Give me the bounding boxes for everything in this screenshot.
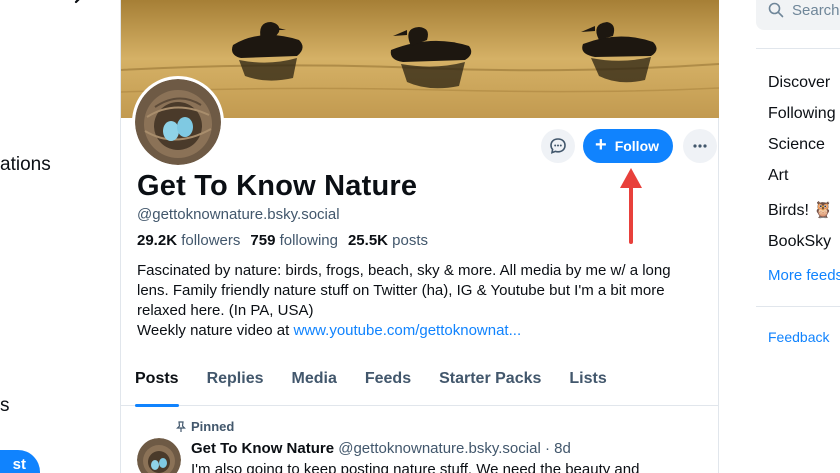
feed-link-birds[interactable]: Birds! 🦉 [768, 200, 833, 220]
nav-item-lists[interactable]: s [0, 395, 10, 417]
search-icon [768, 2, 784, 18]
following-stat[interactable]: 759 following [250, 232, 338, 249]
search-placeholder: Search [792, 1, 840, 19]
posts-count: 25.5K [347, 232, 388, 249]
followers-stat[interactable]: 29.2K followers [137, 232, 240, 249]
plus-icon: + [595, 134, 607, 156]
tab-feeds[interactable]: Feeds [351, 362, 425, 406]
feed-link-discover[interactable]: Discover [768, 74, 830, 92]
new-post-button[interactable]: st [0, 450, 40, 473]
profile-handle: @gettoknownature.bsky.social [137, 206, 340, 223]
profile-display-name: Get To Know Nature [137, 170, 418, 202]
profile-stats: 29.2K followers 759 following 25.5K post… [137, 232, 432, 249]
nest-eggs-image [137, 438, 181, 473]
divider [756, 306, 840, 307]
right-sidebar: Search Discover Following Science Art Bi… [740, 0, 840, 473]
ellipsis-icon [693, 144, 707, 148]
more-feeds-link[interactable]: More feeds [768, 267, 840, 284]
search-input[interactable]: Search [756, 0, 840, 30]
nav-item-notifications[interactable]: ations [0, 154, 51, 176]
divider [756, 48, 840, 49]
feed-link-science[interactable]: Science [768, 136, 825, 154]
bio-line: relaxed here. (In PA, USA) [137, 302, 314, 319]
post-header: Get To Know Nature @gettoknownature.bsky… [191, 440, 571, 457]
follow-label: Follow [614, 138, 660, 154]
tab-posts[interactable]: Posts [135, 362, 193, 407]
chat-bubble-icon [550, 138, 566, 154]
profile-avatar[interactable] [132, 76, 224, 168]
feed-link-art[interactable]: Art [768, 167, 788, 185]
bio-video-prefix: Weekly nature video at [137, 322, 294, 339]
follow-button[interactable]: + Follow [583, 129, 674, 163]
tab-media[interactable]: Media [278, 362, 351, 406]
left-nav: ations s st [0, 0, 120, 473]
tab-replies[interactable]: Replies [193, 362, 278, 406]
profile-column: + Follow Get To Know Nature @gettoknowna… [120, 0, 719, 473]
feedback-link[interactable]: Feedback [768, 329, 829, 345]
bio-line: Weekly nature video at www.youtube.com/g… [137, 321, 712, 341]
profile-actions: + Follow [541, 129, 718, 163]
post-text[interactable]: I'm also going to keep posting nature st… [191, 461, 639, 473]
following-count: 759 [250, 232, 276, 249]
post-author-avatar[interactable] [137, 438, 181, 473]
annotation-arrow-icon [620, 168, 642, 244]
feed-link-booksky[interactable]: BookSky [768, 233, 831, 251]
following-label: following [279, 232, 338, 249]
bio-line: lens. Family friendly nature stuff on Tw… [137, 282, 665, 299]
app-page: ations s st + Follow Get To Know Nature … [0, 0, 840, 473]
youtube-link[interactable]: www.youtube.com/gettoknownat... [293, 322, 521, 339]
pin-icon [176, 420, 186, 432]
profile-tabs: Posts Replies Media Feeds Starter Packs … [121, 362, 719, 407]
tab-starter-packs[interactable]: Starter Packs [425, 362, 555, 406]
bio-line: Fascinated by nature: birds, frogs, beac… [137, 262, 671, 279]
tab-lists[interactable]: Lists [555, 362, 620, 406]
followers-label: followers [181, 232, 241, 249]
nest-eggs-image [135, 79, 221, 165]
pinned-label: Pinned [191, 419, 235, 434]
posts-stat: 25.5K posts [348, 232, 428, 249]
message-button[interactable] [541, 129, 575, 163]
followers-count: 29.2K [137, 232, 178, 249]
feed-link-following[interactable]: Following [768, 105, 836, 123]
profile-bio: Fascinated by nature: birds, frogs, beac… [137, 261, 712, 341]
back-arrow-icon[interactable] [72, 0, 94, 14]
pinned-indicator: Pinned [175, 419, 234, 434]
post-author-name[interactable]: Get To Know Nature [191, 440, 334, 457]
more-options-button[interactable] [683, 129, 718, 163]
post-meta: @gettoknownature.bsky.social · 8d [338, 440, 571, 457]
posts-label: posts [392, 232, 429, 249]
